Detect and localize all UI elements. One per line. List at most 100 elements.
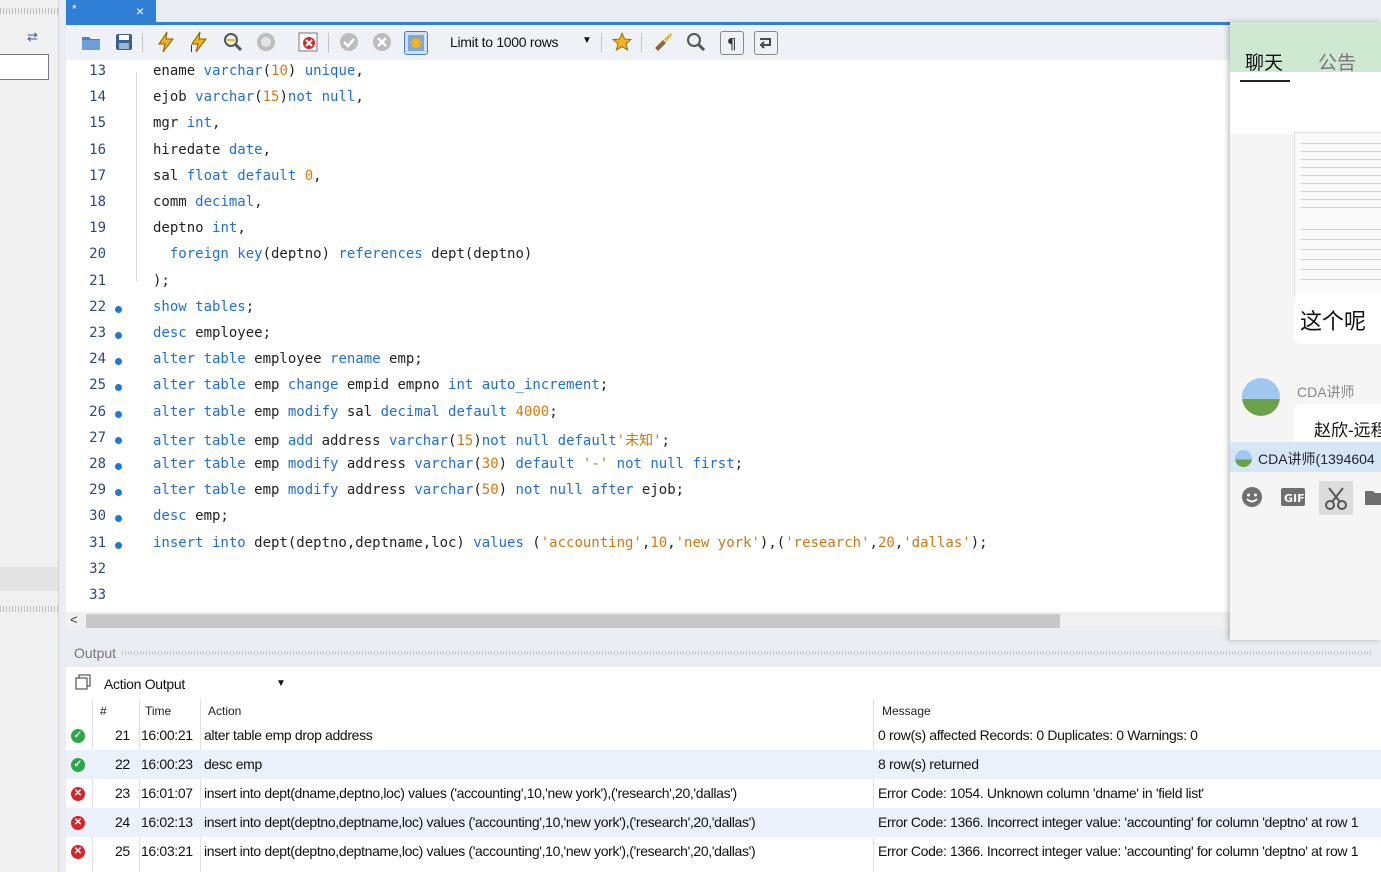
autocommit-icon[interactable] <box>404 31 428 55</box>
stop-icon[interactable] <box>255 31 277 53</box>
line-number: 30 <box>89 508 106 525</box>
cell-time: 16:01:07 <box>141 785 193 801</box>
code-line[interactable]: show tables; <box>153 299 254 315</box>
statement-marker-icon[interactable] <box>115 436 122 444</box>
chevron-down-icon[interactable]: ▼ <box>582 35 592 46</box>
screenshot-thumbnail[interactable] <box>1294 132 1381 299</box>
toolbar-separator <box>641 33 642 53</box>
wrap-icon[interactable] <box>754 31 778 55</box>
favorite-icon[interactable] <box>611 31 633 53</box>
cell-num: 24 <box>115 814 130 830</box>
code-line[interactable]: alter table emp modify address varchar(5… <box>153 482 684 498</box>
chevron-down-icon[interactable]: ▼ <box>276 678 286 689</box>
rollback-icon[interactable] <box>371 31 393 53</box>
table-row[interactable]: ✕ 24 16:02:13 insert into dept(deptno,deptn… <box>66 808 1381 837</box>
code-line[interactable]: alter table emp modify address varchar(3… <box>153 456 743 472</box>
emoji-icon[interactable] <box>1240 485 1264 514</box>
close-icon[interactable]: × <box>136 3 144 19</box>
code-line[interactable]: foreign key(deptno) references dept(dept… <box>153 246 532 262</box>
statement-marker-icon[interactable] <box>115 463 122 470</box>
code-line[interactable]: desc emp; <box>153 508 229 524</box>
code-token: address <box>338 482 415 499</box>
code-line[interactable]: desc employee; <box>153 325 271 341</box>
code-line[interactable]: alter table emp modify sal decimal defau… <box>153 404 558 420</box>
statement-marker-icon[interactable] <box>115 332 122 339</box>
code-token: 10 <box>271 63 288 79</box>
gif-icon[interactable]: GIF <box>1280 485 1306 514</box>
statement-marker-icon[interactable] <box>115 384 122 392</box>
code-token: mgr <box>153 115 187 132</box>
table-row[interactable]: ✓ 22 16:00:23 desc emp 8 row(s) returned <box>66 750 1381 779</box>
cell-message: Error Code: 1054. Unknown column 'dname'… <box>878 785 1204 801</box>
scissors-icon[interactable] <box>1319 481 1353 515</box>
statement-marker-icon[interactable] <box>115 358 122 366</box>
code-line[interactable]: deptno int, <box>153 220 246 236</box>
output-type-select[interactable]: Action Output ▼ <box>102 673 288 695</box>
copy-icon[interactable] <box>74 673 92 696</box>
active-tab-indicator <box>1240 80 1290 82</box>
code-line[interactable]: alter table emp add address varchar(15)n… <box>153 430 670 450</box>
code-line[interactable]: hiredate date, <box>153 142 271 158</box>
table-row[interactable]: ✓ 21 16:00:21 alter table emp drop address 0… <box>66 721 1381 750</box>
panel-grip[interactable] <box>122 651 1372 655</box>
output-panel-header: Output <box>66 640 1381 666</box>
folder-icon[interactable] <box>1364 485 1381 514</box>
tab-query-editor[interactable]: * × <box>66 0 156 24</box>
explain-icon[interactable] <box>222 31 244 53</box>
scroll-left-icon[interactable]: < <box>70 612 78 627</box>
statement-marker-icon[interactable] <box>115 515 122 523</box>
statement-marker-icon[interactable] <box>115 305 122 313</box>
sql-editor[interactable]: 13 ename varchar(10) unique, 14 ejob varcha… <box>66 60 1230 612</box>
code-token: default <box>515 456 583 472</box>
statement-marker-icon[interactable] <box>115 410 122 418</box>
statement-marker-icon[interactable] <box>115 541 122 549</box>
editor-horizontal-scrollbar[interactable]: < <box>66 612 1230 630</box>
invisible-chars-icon[interactable]: ¶ <box>720 31 744 55</box>
code-token: desc <box>153 508 187 525</box>
column-header-action[interactable]: Action <box>208 704 241 718</box>
refresh-icon[interactable]: ⇄ <box>27 29 38 45</box>
cell-message: Error Code: 1366. Incorrect integer valu… <box>878 843 1359 859</box>
avatar[interactable] <box>1242 378 1280 416</box>
editor-tab-bar <box>66 0 1381 24</box>
save-icon[interactable] <box>113 31 135 53</box>
beautify-icon[interactable] <box>652 31 674 53</box>
code-line[interactable]: mgr int, <box>153 115 220 131</box>
folder-open-icon[interactable] <box>80 31 102 53</box>
code-line[interactable]: comm decimal, <box>153 194 263 210</box>
tab-chat[interactable]: 聊天 <box>1245 48 1283 75</box>
tab-notice[interactable]: 公告 <box>1318 48 1356 75</box>
statement-marker-icon[interactable] <box>115 489 122 497</box>
table-row[interactable]: ✕ 23 16:01:07 insert into dept(dname,deptno… <box>66 779 1381 808</box>
code-line[interactable]: sal float default 0, <box>153 168 322 184</box>
code-line[interactable]: ename varchar(10) unique, <box>153 63 364 79</box>
code-line[interactable]: alter table employee rename emp; <box>153 351 423 367</box>
execute-icon[interactable] <box>155 31 177 53</box>
column-header-num[interactable]: # <box>100 704 107 718</box>
scrollbar-thumb[interactable] <box>86 614 1060 628</box>
code-token: ) <box>287 63 305 79</box>
code-token: ; <box>734 456 744 472</box>
limit-rows-select[interactable]: Limit to 1000 rows ▼ <box>446 31 596 53</box>
find-icon[interactable] <box>685 31 707 53</box>
code-line[interactable]: alter table emp change empid empno int a… <box>153 377 608 393</box>
code-token: decimal default <box>380 403 516 420</box>
chat-member-bar[interactable]: CDA讲师(1394604 <box>1230 442 1381 472</box>
panel-grip-lower[interactable] <box>0 606 58 612</box>
schema-filter-input[interactable] <box>0 54 49 80</box>
code-line[interactable]: ); <box>153 273 170 289</box>
code-token: varchar <box>414 456 474 472</box>
code-line[interactable]: insert into dept(deptno,deptname,loc) va… <box>153 535 988 551</box>
code-line[interactable]: ejob varchar(15)not null, <box>153 89 364 105</box>
cell-message: Error Code: 1366. Incorrect integer valu… <box>878 814 1359 830</box>
column-header-time[interactable]: Time <box>145 704 171 718</box>
execute-current-icon[interactable]: I <box>188 31 210 55</box>
code-token: ; <box>549 403 558 420</box>
toggle-error-icon[interactable] <box>297 31 319 53</box>
commit-icon[interactable] <box>338 31 360 53</box>
table-row[interactable]: ✕ 25 16:03:21 insert into dept(deptno,deptn… <box>66 837 1381 866</box>
column-header-message[interactable]: Message <box>882 704 931 718</box>
panel-grip[interactable] <box>0 8 58 14</box>
line-number: 31 <box>89 534 106 551</box>
